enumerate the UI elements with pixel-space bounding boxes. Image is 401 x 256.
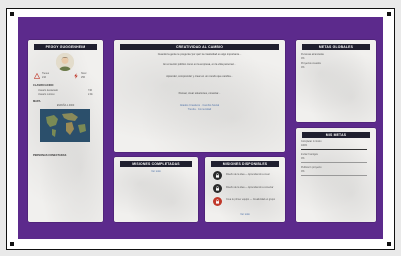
app-stage: PEGGY GUGGENHEIM Tienes 216 Nivel 256 CL… xyxy=(18,17,383,239)
available-missions-link[interactable]: Ver todo xyxy=(205,213,285,217)
avatar-image xyxy=(56,53,74,71)
frame-corner-tl xyxy=(10,12,14,16)
mission-item-1[interactable]: Diseño de la idea — Aprendiendo a crear xyxy=(226,173,281,177)
frame-corner-tr xyxy=(387,12,391,16)
mission-item-2[interactable]: Diseño de la idea — Aprendiendo a conect… xyxy=(226,186,281,190)
paragraph-1: Cuando la gente te pregunta 'por qué' la… xyxy=(157,53,242,56)
my-goal-1-value: 100% xyxy=(301,144,308,147)
my-goals-panel: MIS METAS Completar 1 misión 100% Invita… xyxy=(296,128,376,222)
my-goals-title: MIS METAS xyxy=(302,132,370,138)
classification-heading: CLASIFICACION xyxy=(33,84,54,87)
global-goals-title: METAS GLOBALES xyxy=(302,44,370,50)
my-goal-3-value: 0% xyxy=(301,170,305,173)
mission-item-3[interactable]: Crea tu primer equipo — Creatividad en g… xyxy=(226,198,281,202)
global-goals-panel: METAS GLOBALES Personas alcanzadas 0% Pr… xyxy=(296,40,376,122)
main-content-panel: CREATIVIDAD AL CAMBIO Cuando la gente te… xyxy=(114,40,285,152)
global-goal-2-value: 0% xyxy=(301,66,305,69)
available-missions-panel: MISIONES DISPONIBLES Diseño de la idea —… xyxy=(205,157,285,222)
profile-panel: PEGGY GUGGENHEIM Tienes 216 Nivel 256 CL… xyxy=(28,40,103,222)
frame-corner-bl xyxy=(10,242,14,246)
my-goal-3-bar xyxy=(301,175,367,177)
paragraph-4: Pensar, crear soluciones, conectar... xyxy=(178,92,221,95)
global-goal-1-value: 0% xyxy=(301,57,305,60)
main-title: CREATIVIDAD AL CAMBIO xyxy=(120,44,279,50)
warning-icon xyxy=(34,73,40,79)
completed-missions-title: MISIONES COMPLETADAS xyxy=(120,161,192,167)
my-goal-2-value: 0% xyxy=(301,157,305,160)
connected-heading: PERSONAS CONECTADAS xyxy=(33,154,67,157)
world-map[interactable] xyxy=(40,109,90,142)
completed-missions-panel: MISIONES COMPLETADAS Ver todo xyxy=(114,157,198,222)
paragraph-2: En el sector público como en la empresa,… xyxy=(163,63,236,66)
map-label: ESPAÑA 1.0000 xyxy=(56,104,75,107)
frame-corner-br xyxy=(387,242,391,246)
my-goal-2-bar xyxy=(301,162,367,164)
available-missions-title: MISIONES DISPONIBLES xyxy=(211,161,279,167)
paragraph-3: Aprender, comprender y crear en un mundo… xyxy=(166,75,233,78)
my-goal-1-bar xyxy=(301,149,367,151)
stat-left-value: 216 xyxy=(42,76,46,79)
lock-icon[interactable] xyxy=(213,171,222,180)
class-row-2-label: Usuario curioso xyxy=(38,93,55,96)
stat-right-value: 256 xyxy=(81,76,85,79)
completed-missions-link[interactable]: Ver todo xyxy=(114,170,198,174)
lightning-icon xyxy=(73,73,79,79)
profile-title: PEGGY GUGGENHEIM xyxy=(34,44,97,50)
lock-icon[interactable] xyxy=(213,184,222,193)
main-link-2[interactable]: Tienda · Comunidad xyxy=(122,108,277,112)
avatar xyxy=(56,53,74,71)
class-row-2-value: 2.9k xyxy=(88,93,93,96)
lock-icon[interactable] xyxy=(213,197,222,206)
